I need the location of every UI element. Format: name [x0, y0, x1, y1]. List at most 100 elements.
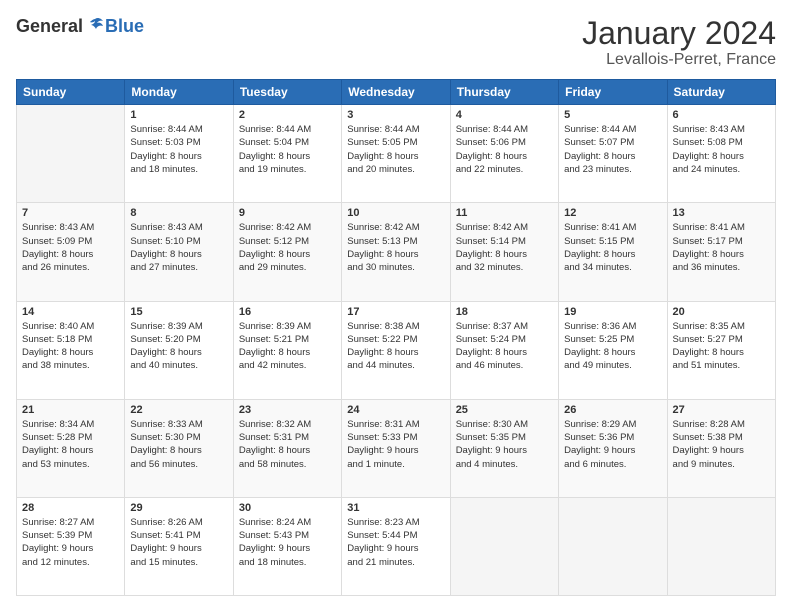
day-info: Sunrise: 8:31 AM Sunset: 5:33 PM Dayligh…	[347, 418, 444, 471]
day-info: Sunrise: 8:44 AM Sunset: 5:07 PM Dayligh…	[564, 123, 661, 176]
calendar-cell: 20 Sunrise: 8:35 AM Sunset: 5:27 PM Dayli…	[667, 301, 775, 399]
day-info: Sunrise: 8:35 AM Sunset: 5:27 PM Dayligh…	[673, 320, 770, 373]
day-info: Sunrise: 8:44 AM Sunset: 5:06 PM Dayligh…	[456, 123, 553, 176]
day-number: 7	[22, 207, 119, 219]
calendar-header-row: SundayMondayTuesdayWednesdayThursdayFrid…	[17, 80, 776, 105]
calendar-cell: 3 Sunrise: 8:44 AM Sunset: 5:05 PM Daylig…	[342, 105, 450, 203]
day-number: 24	[347, 404, 444, 416]
day-info: Sunrise: 8:43 AM Sunset: 5:08 PM Dayligh…	[673, 123, 770, 176]
calendar-cell: 17Sunrise: 8:38 AM Sunset: 5:22 PM Dayli…	[342, 301, 450, 399]
calendar-table: SundayMondayTuesdayWednesdayThursdayFrid…	[16, 79, 776, 596]
day-number: 2	[239, 109, 336, 121]
day-info: Sunrise: 8:26 AM Sunset: 5:41 PM Dayligh…	[130, 516, 227, 569]
day-info: Sunrise: 8:43 AM Sunset: 5:09 PM Dayligh…	[22, 221, 119, 274]
calendar-day-header: Sunday	[17, 80, 125, 105]
day-info: Sunrise: 8:37 AM Sunset: 5:24 PM Dayligh…	[456, 320, 553, 373]
logo-bird-icon	[85, 17, 105, 37]
day-info: Sunrise: 8:24 AM Sunset: 5:43 PM Dayligh…	[239, 516, 336, 569]
day-number: 4	[456, 109, 553, 121]
day-info: Sunrise: 8:41 AM Sunset: 5:17 PM Dayligh…	[673, 221, 770, 274]
day-number: 13	[673, 207, 770, 219]
calendar-cell: 28Sunrise: 8:27 AM Sunset: 5:39 PM Dayli…	[17, 497, 125, 595]
day-info: Sunrise: 8:39 AM Sunset: 5:20 PM Dayligh…	[130, 320, 227, 373]
day-number: 25	[456, 404, 553, 416]
calendar-day-header: Thursday	[450, 80, 558, 105]
day-info: Sunrise: 8:40 AM Sunset: 5:18 PM Dayligh…	[22, 320, 119, 373]
day-info: Sunrise: 8:44 AM Sunset: 5:03 PM Dayligh…	[130, 123, 227, 176]
calendar-cell	[17, 105, 125, 203]
calendar-day-header: Friday	[559, 80, 667, 105]
day-info: Sunrise: 8:30 AM Sunset: 5:35 PM Dayligh…	[456, 418, 553, 471]
day-info: Sunrise: 8:33 AM Sunset: 5:30 PM Dayligh…	[130, 418, 227, 471]
calendar-cell: 8 Sunrise: 8:43 AM Sunset: 5:10 PM Daylig…	[125, 203, 233, 301]
day-number: 11	[456, 207, 553, 219]
calendar-cell: 11 Sunrise: 8:42 AM Sunset: 5:14 PM Dayli…	[450, 203, 558, 301]
day-number: 31	[347, 502, 444, 514]
calendar-day-header: Saturday	[667, 80, 775, 105]
day-number: 29	[130, 502, 227, 514]
logo: General Blue	[16, 16, 144, 37]
calendar-cell: 15 Sunrise: 8:39 AM Sunset: 5:20 PM Dayli…	[125, 301, 233, 399]
day-number: 22	[130, 404, 227, 416]
day-number: 20	[673, 306, 770, 318]
calendar-cell: 4 Sunrise: 8:44 AM Sunset: 5:06 PM Daylig…	[450, 105, 558, 203]
day-number: 30	[239, 502, 336, 514]
logo-blue-text: Blue	[105, 16, 144, 37]
calendar-day-header: Tuesday	[233, 80, 341, 105]
day-number: 14	[22, 306, 119, 318]
calendar-week-row: 1 Sunrise: 8:44 AM Sunset: 5:03 PM Daylig…	[17, 105, 776, 203]
calendar-cell: 26Sunrise: 8:29 AM Sunset: 5:36 PM Dayli…	[559, 399, 667, 497]
page-title: January 2024	[582, 16, 776, 51]
calendar-cell: 10Sunrise: 8:42 AM Sunset: 5:13 PM Dayli…	[342, 203, 450, 301]
calendar-week-row: 28Sunrise: 8:27 AM Sunset: 5:39 PM Dayli…	[17, 497, 776, 595]
day-info: Sunrise: 8:44 AM Sunset: 5:05 PM Dayligh…	[347, 123, 444, 176]
day-info: Sunrise: 8:32 AM Sunset: 5:31 PM Dayligh…	[239, 418, 336, 471]
logo-general-text: General	[16, 16, 83, 37]
calendar-cell: 16 Sunrise: 8:39 AM Sunset: 5:21 PM Dayli…	[233, 301, 341, 399]
day-number: 1	[130, 109, 227, 121]
calendar-cell: 21Sunrise: 8:34 AM Sunset: 5:28 PM Dayli…	[17, 399, 125, 497]
calendar-cell	[450, 497, 558, 595]
day-number: 3	[347, 109, 444, 121]
day-number: 16	[239, 306, 336, 318]
calendar-cell: 2 Sunrise: 8:44 AM Sunset: 5:04 PM Daylig…	[233, 105, 341, 203]
day-info: Sunrise: 8:42 AM Sunset: 5:13 PM Dayligh…	[347, 221, 444, 274]
calendar-cell: 6 Sunrise: 8:43 AM Sunset: 5:08 PM Daylig…	[667, 105, 775, 203]
day-number: 6	[673, 109, 770, 121]
calendar-cell: 29 Sunrise: 8:26 AM Sunset: 5:41 PM Dayli…	[125, 497, 233, 595]
day-number: 9	[239, 207, 336, 219]
day-info: Sunrise: 8:42 AM Sunset: 5:14 PM Dayligh…	[456, 221, 553, 274]
day-number: 12	[564, 207, 661, 219]
calendar-cell: 19Sunrise: 8:36 AM Sunset: 5:25 PM Dayli…	[559, 301, 667, 399]
calendar-cell: 30 Sunrise: 8:24 AM Sunset: 5:43 PM Dayli…	[233, 497, 341, 595]
calendar-cell: 7 Sunrise: 8:43 AM Sunset: 5:09 PM Daylig…	[17, 203, 125, 301]
day-info: Sunrise: 8:38 AM Sunset: 5:22 PM Dayligh…	[347, 320, 444, 373]
calendar-cell: 25 Sunrise: 8:30 AM Sunset: 5:35 PM Dayli…	[450, 399, 558, 497]
day-info: Sunrise: 8:23 AM Sunset: 5:44 PM Dayligh…	[347, 516, 444, 569]
day-number: 15	[130, 306, 227, 318]
calendar-cell: 23Sunrise: 8:32 AM Sunset: 5:31 PM Dayli…	[233, 399, 341, 497]
calendar-day-header: Monday	[125, 80, 233, 105]
calendar-cell: 5 Sunrise: 8:44 AM Sunset: 5:07 PM Daylig…	[559, 105, 667, 203]
calendar-week-row: 21Sunrise: 8:34 AM Sunset: 5:28 PM Dayli…	[17, 399, 776, 497]
calendar-day-header: Wednesday	[342, 80, 450, 105]
calendar-cell: 13 Sunrise: 8:41 AM Sunset: 5:17 PM Dayli…	[667, 203, 775, 301]
day-info: Sunrise: 8:36 AM Sunset: 5:25 PM Dayligh…	[564, 320, 661, 373]
day-info: Sunrise: 8:43 AM Sunset: 5:10 PM Dayligh…	[130, 221, 227, 274]
day-number: 26	[564, 404, 661, 416]
day-info: Sunrise: 8:44 AM Sunset: 5:04 PM Dayligh…	[239, 123, 336, 176]
day-number: 27	[673, 404, 770, 416]
day-info: Sunrise: 8:39 AM Sunset: 5:21 PM Dayligh…	[239, 320, 336, 373]
calendar-cell: 31 Sunrise: 8:23 AM Sunset: 5:44 PM Dayli…	[342, 497, 450, 595]
page-subtitle: Levallois-Perret, France	[582, 51, 776, 69]
day-number: 5	[564, 109, 661, 121]
calendar-page: General Blue January 2024 Levallois-Perr…	[0, 0, 792, 612]
day-info: Sunrise: 8:42 AM Sunset: 5:12 PM Dayligh…	[239, 221, 336, 274]
day-number: 18	[456, 306, 553, 318]
day-number: 28	[22, 502, 119, 514]
day-info: Sunrise: 8:41 AM Sunset: 5:15 PM Dayligh…	[564, 221, 661, 274]
page-header: General Blue January 2024 Levallois-Perr…	[16, 16, 776, 69]
day-info: Sunrise: 8:34 AM Sunset: 5:28 PM Dayligh…	[22, 418, 119, 471]
calendar-cell	[667, 497, 775, 595]
day-number: 8	[130, 207, 227, 219]
